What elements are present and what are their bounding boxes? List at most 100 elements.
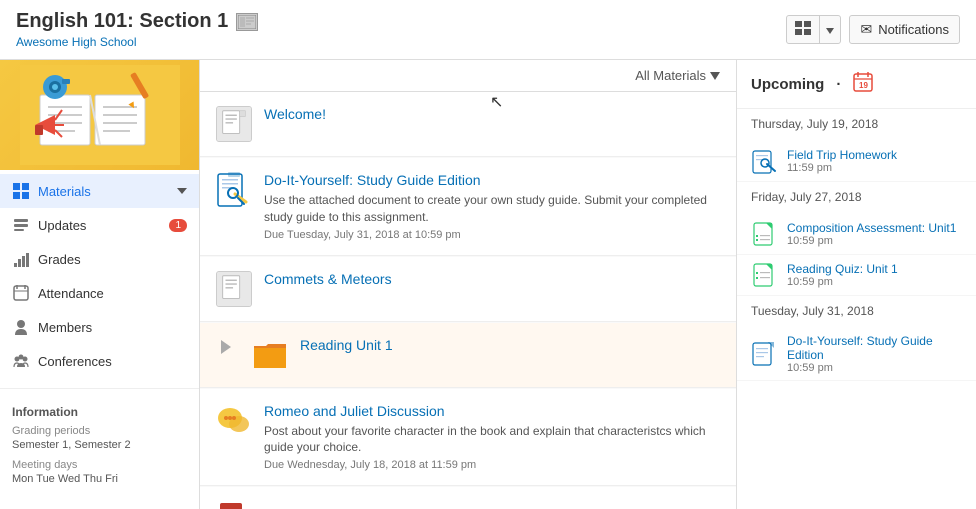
folder-toggle[interactable] xyxy=(216,337,236,357)
all-materials-button[interactable]: All Materials xyxy=(635,68,720,83)
meeting-label: Meeting days xyxy=(12,459,187,471)
school-name[interactable]: Awesome High School xyxy=(16,35,786,49)
conferences-label: Conferences xyxy=(38,354,112,369)
study-guide-title[interactable]: Do-It-Yourself: Study Guide Edition xyxy=(264,172,720,188)
reading-quiz-body: Reading Quiz: Unit 1 10:59 pm xyxy=(787,262,962,288)
date-friday: Friday, July 27, 2018 xyxy=(751,190,962,204)
top-bar-right: ✉ Notifications xyxy=(786,15,960,44)
top-bar-left: English 101: Section 1 Awesome High Scho… xyxy=(16,10,786,49)
romeo-item-body: Romeo and Juliet Discussion Post about y… xyxy=(264,403,720,472)
welcome-title[interactable]: Welcome! xyxy=(264,106,720,122)
do-it-yourself-upcoming-body: Do-It-Yourself: Study Guide Edition 10:5… xyxy=(787,334,962,374)
notifications-label: Notifications xyxy=(878,22,949,37)
study-guide-due: Due Tuesday, July 31, 2018 at 10:59 pm xyxy=(264,229,720,241)
conferences-icon xyxy=(12,352,30,370)
sidebar-item-materials[interactable]: Materials xyxy=(0,174,199,208)
pdf-item-body xyxy=(264,501,720,505)
comets-item-body: Commets & Meteors xyxy=(264,271,720,291)
attendance-label: Attendance xyxy=(38,286,104,301)
composition-body: Composition Assessment: Unit1 10:59 pm xyxy=(787,221,962,247)
top-bar: English 101: Section 1 Awesome High Scho… xyxy=(0,0,976,60)
date-tuesday: Tuesday, July 31, 2018 xyxy=(751,304,962,318)
upcoming-item[interactable]: Field Trip Homework 11:59 pm xyxy=(737,141,976,182)
field-trip-body: Field Trip Homework 11:59 pm xyxy=(787,148,962,174)
sidebar-hero xyxy=(0,60,199,170)
date-thursday: Thursday, July 19, 2018 xyxy=(751,117,962,131)
layout-icon[interactable] xyxy=(787,16,820,43)
pdf-icon: PDF xyxy=(216,501,252,509)
romeo-title[interactable]: Romeo and Juliet Discussion xyxy=(264,403,720,419)
field-trip-time: 11:59 pm xyxy=(787,162,962,174)
reading-quiz-icon xyxy=(751,261,779,289)
list-item: PDF xyxy=(200,487,736,509)
comets-title[interactable]: Commets & Meteors xyxy=(264,271,720,287)
grades-icon xyxy=(12,250,30,268)
upcoming-item[interactable]: Reading Quiz: Unit 1 10:59 pm xyxy=(737,255,976,296)
sidebar-item-grades[interactable]: Grades xyxy=(0,242,199,276)
sidebar-divider xyxy=(0,388,199,389)
upcoming-item[interactable]: Do-It-Yourself: Study Guide Edition 10:5… xyxy=(737,328,976,381)
composition-title[interactable]: Composition Assessment: Unit1 xyxy=(787,221,962,235)
sidebar-item-updates[interactable]: Updates 1 xyxy=(0,208,199,242)
page-title: English 101: Section 1 xyxy=(16,10,228,33)
sidebar-item-attendance[interactable]: Attendance xyxy=(0,276,199,310)
sidebar-item-members[interactable]: Members xyxy=(0,310,199,344)
romeo-due: Due Wednesday, July 18, 2018 at 11:59 pm xyxy=(264,459,720,471)
page-title-icon[interactable] xyxy=(236,13,258,31)
welcome-item-body: Welcome! xyxy=(264,106,720,126)
materials-icon xyxy=(12,182,30,200)
field-trip-title[interactable]: Field Trip Homework xyxy=(787,148,962,162)
study-guide-desc: Use the attached document to create your… xyxy=(264,192,720,226)
date-group-thursday: Thursday, July 19, 2018 xyxy=(737,109,976,141)
romeo-desc: Post about your favorite character in th… xyxy=(264,423,720,457)
content-list: Welcome! Do-It-Yourself: Study Guide Edi… xyxy=(200,92,736,509)
upcoming-panel: Upcoming · 19 Thursday, July 19, 2018 Fi… xyxy=(736,60,976,509)
date-group-friday: Friday, July 27, 2018 xyxy=(737,182,976,214)
notifications-icon: ✉ xyxy=(860,21,872,38)
content-header: All Materials xyxy=(200,60,736,92)
do-it-yourself-icon xyxy=(751,340,779,368)
upcoming-title: Upcoming xyxy=(751,76,824,93)
list-item: Romeo and Juliet Discussion Post about y… xyxy=(200,389,736,487)
reading-unit-item-body: Reading Unit 1 xyxy=(300,337,720,357)
materials-label: Materials xyxy=(38,184,91,199)
list-item: Commets & Meteors xyxy=(200,257,736,322)
grading-label: Grading periods xyxy=(12,425,187,437)
all-materials-arrow xyxy=(710,72,720,80)
reading-unit-title[interactable]: Reading Unit 1 xyxy=(300,337,720,353)
meeting-value: Mon Tue Wed Thu Fri xyxy=(12,473,187,485)
hero-image xyxy=(0,60,199,170)
sidebar-item-conferences[interactable]: Conferences xyxy=(0,344,199,378)
info-section: Information Grading periods Semester 1, … xyxy=(0,395,199,503)
svg-text:19: 19 xyxy=(859,81,868,90)
discussion-icon xyxy=(216,403,252,439)
notifications-button[interactable]: ✉ Notifications xyxy=(849,15,960,44)
reading-quiz-time: 10:59 pm xyxy=(787,276,962,288)
updates-badge: 1 xyxy=(169,219,187,232)
list-item: Do-It-Yourself: Study Guide Edition Use … xyxy=(200,158,736,256)
list-item: Reading Unit 1 xyxy=(200,323,736,388)
attendance-icon xyxy=(12,284,30,302)
content-area: All Materials ↖ Welcome! xyxy=(200,60,736,509)
main-layout: Materials Updates 1 Grades xyxy=(0,60,976,509)
folder-icon xyxy=(252,337,288,373)
sidebar: Materials Updates 1 Grades xyxy=(0,60,200,509)
study-guide-item-body: Do-It-Yourself: Study Guide Edition Use … xyxy=(264,172,720,241)
comets-icon xyxy=(216,271,252,307)
reading-quiz-title[interactable]: Reading Quiz: Unit 1 xyxy=(787,262,962,276)
upcoming-header: Upcoming · 19 xyxy=(737,60,976,109)
materials-arrow xyxy=(177,186,187,196)
updates-icon xyxy=(12,216,30,234)
layout-dropdown-arrow[interactable] xyxy=(820,17,840,42)
sidebar-nav: Materials Updates 1 Grades xyxy=(0,170,199,382)
date-group-tuesday: Tuesday, July 31, 2018 xyxy=(737,296,976,328)
layout-button[interactable] xyxy=(786,15,841,44)
do-it-yourself-upcoming-time: 10:59 pm xyxy=(787,362,962,374)
assignment-icon xyxy=(216,172,252,208)
upcoming-calendar-icon: 19 xyxy=(853,72,873,96)
grades-label: Grades xyxy=(38,252,81,267)
upcoming-item[interactable]: Composition Assessment: Unit1 10:59 pm xyxy=(737,214,976,255)
composition-time: 10:59 pm xyxy=(787,235,962,247)
do-it-yourself-upcoming-title[interactable]: Do-It-Yourself: Study Guide Edition xyxy=(787,334,962,362)
grading-value: Semester 1, Semester 2 xyxy=(12,439,187,451)
